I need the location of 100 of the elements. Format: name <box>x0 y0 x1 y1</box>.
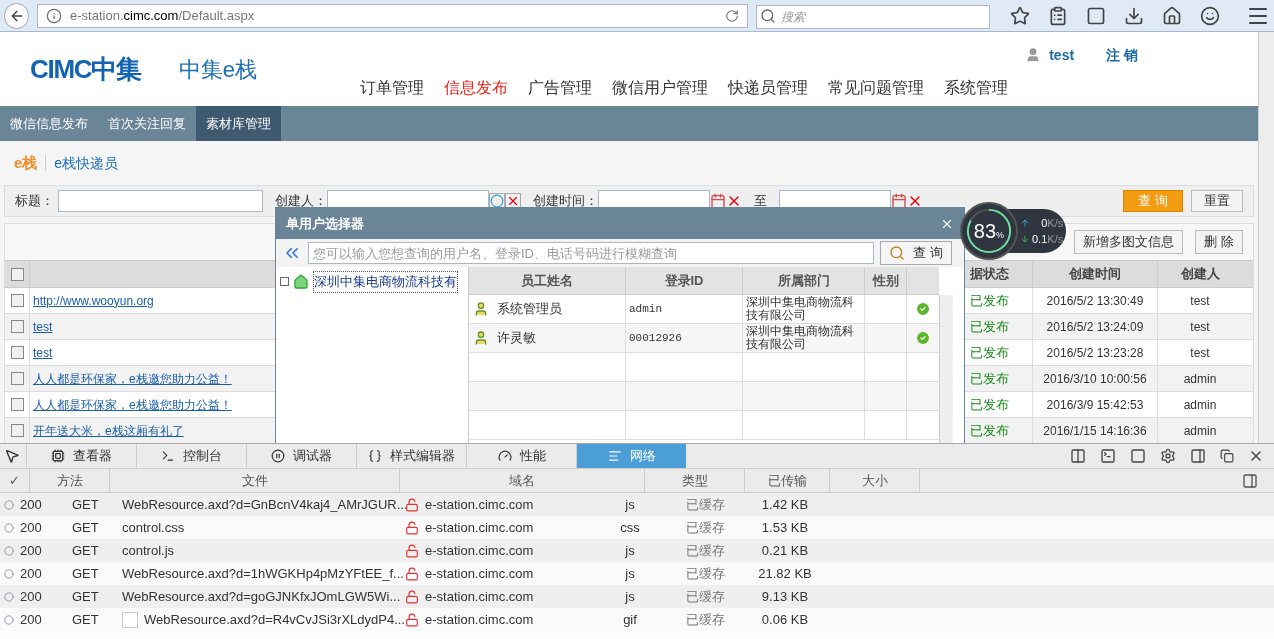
checkbox[interactable] <box>10 424 24 437</box>
user-search-field[interactable]: 您可以输入您想查询的用户名、登录ID、电话号码进行模糊查询 <box>308 242 874 264</box>
nav-tab[interactable]: 快递员管理 <box>728 76 808 100</box>
creator-cell-text: test <box>1190 344 1210 362</box>
reading-list-icon[interactable] <box>1048 5 1068 26</box>
subnav-tab[interactable]: 首次关注回复 <box>98 106 196 141</box>
lines-icon <box>607 449 622 463</box>
insecure-lock-icon <box>405 497 419 512</box>
column-header[interactable]: 域名 <box>400 469 645 492</box>
column-header: 登录ID <box>626 267 743 294</box>
domain-cell-text: e-station.cimc.com <box>425 541 535 560</box>
column-header[interactable]: 方法 <box>30 469 110 492</box>
title-link[interactable]: http://www.wooyun.org <box>33 291 154 310</box>
pick-element-icon[interactable] <box>4 448 20 464</box>
title-link[interactable]: test <box>33 343 53 362</box>
title-link[interactable]: test <box>33 317 53 336</box>
undock-icon[interactable] <box>1220 449 1234 463</box>
upload-speed: 0K/s <box>1041 215 1064 231</box>
action-button[interactable]: 删 除 <box>1195 230 1243 254</box>
file-name: WebResource.axd?d=goGJNKfxJOmLGW5Wi... <box>122 587 401 606</box>
time-cell-text: 2016/3/10 10:00:56 <box>1043 370 1147 388</box>
status-text: 已发布 <box>970 395 1009 414</box>
insecure-lock-icon <box>405 612 419 627</box>
nav-tab[interactable]: 信息发布 <box>444 76 508 100</box>
page-scrollbar[interactable] <box>1258 32 1274 443</box>
info-icon <box>46 7 63 24</box>
action-button[interactable]: 新增多图文信息 <box>1074 230 1184 254</box>
expand-toggle[interactable] <box>280 277 289 287</box>
reset-button[interactable]: 重置 <box>1191 190 1243 212</box>
search-field[interactable]: 搜索 <box>756 4 990 29</box>
console-icon[interactable] <box>1100 448 1116 464</box>
title-field[interactable] <box>58 190 263 212</box>
down-arrow-icon <box>1020 234 1030 245</box>
nav-tab[interactable]: 广告管理 <box>528 76 592 100</box>
creator-cell-text: test <box>1190 292 1210 310</box>
file-name: control.css <box>122 518 185 537</box>
domain-cell-text: e-station.cimc.com <box>425 518 535 537</box>
devtools-tab[interactable]: 调试器 <box>246 444 356 468</box>
file-name: WebResource.axd?d=R4vCvJSi3rXLdydP4... <box>144 610 405 629</box>
column-header[interactable]: 文件 <box>110 469 400 492</box>
dialog-query-button[interactable]: 查 询 <box>880 241 952 265</box>
download-icon[interactable] <box>1124 5 1144 26</box>
transferred-cell-text: 已缓存 <box>684 518 726 537</box>
checkbox[interactable] <box>10 267 24 281</box>
devtools-tab[interactable]: 查看器 <box>26 444 136 468</box>
layout-icon[interactable] <box>1070 448 1086 464</box>
login-id: 00012926 <box>629 330 682 346</box>
frame-icon[interactable] <box>1130 448 1146 464</box>
status-dot-icon <box>4 545 14 556</box>
checkbox[interactable] <box>10 372 24 385</box>
back-button[interactable] <box>4 2 30 29</box>
status-text: 已发布 <box>970 317 1009 336</box>
column-header[interactable]: 类型 <box>645 469 745 492</box>
checkbox[interactable] <box>10 398 24 411</box>
smiley-icon[interactable] <box>1200 5 1220 26</box>
time-label: 创建时间： <box>533 192 598 211</box>
breadcrumb-link[interactable]: e栈快递员 <box>54 152 119 174</box>
type-cell-text: js <box>624 587 636 606</box>
select-icon[interactable] <box>915 301 931 317</box>
size-cell-text: 1.42 KB <box>760 495 810 514</box>
domain-cell-text: e-station.cimc.com <box>425 587 535 606</box>
home-icon[interactable] <box>1162 5 1182 26</box>
bookmark-star-icon[interactable] <box>1010 5 1030 26</box>
nav-tab[interactable]: 订单管理 <box>360 76 424 100</box>
type-cell-text: css <box>619 518 641 537</box>
dock-side-icon[interactable] <box>1190 448 1206 464</box>
size-cell-text: 1.53 KB <box>760 518 810 537</box>
devtools-tab[interactable]: 样式编辑器 <box>356 444 466 468</box>
column-header[interactable]: 已传输 <box>745 469 830 492</box>
title-link[interactable]: 开年送大米，e栈这厢有礼了 <box>33 421 184 440</box>
user-icon <box>473 301 489 317</box>
devtools-tab[interactable]: 控制台 <box>136 444 246 468</box>
file-name: WebResource.axd?d=GnBcnV4kaj4_AMrJGUR... <box>122 495 408 514</box>
logout-link[interactable]: 注 销 <box>1106 44 1138 66</box>
nav-tab[interactable]: 微信用户管理 <box>612 76 708 100</box>
checkbox[interactable] <box>10 346 24 359</box>
nav-tab[interactable]: 系统管理 <box>944 76 1008 100</box>
domain-cell-text: e-station.cimc.com <box>425 610 535 629</box>
settings-icon[interactable] <box>1160 448 1176 464</box>
nav-tab[interactable]: 常见问题管理 <box>828 76 924 100</box>
insecure-lock-icon <box>405 566 419 581</box>
subnav-tab[interactable]: 微信信息发布 <box>0 106 98 141</box>
tree-node[interactable]: 深圳中集电商物流科技有 <box>313 271 458 293</box>
method-cell-text: GET <box>72 495 100 514</box>
file-name: WebResource.axd?d=1hWGKHp4pMzYFtEE_f... <box>122 564 404 583</box>
address-bar[interactable]: e-station.cimc.com/Default.aspx <box>37 3 748 28</box>
transferred-cell-text: 已缓存 <box>684 541 726 560</box>
reload-icon[interactable] <box>725 8 739 23</box>
scrollbar[interactable] <box>939 295 953 443</box>
checkbox[interactable] <box>10 320 24 333</box>
select-icon[interactable] <box>915 330 931 346</box>
size-cell-text: 0.21 KB <box>760 541 810 560</box>
column-header[interactable]: 大小 <box>830 469 920 492</box>
subnav-tab[interactable]: 素材库管理 <box>196 106 281 141</box>
title-link[interactable]: 人人都是环保家，e栈邀您助力公益！ <box>33 395 232 414</box>
sidebar-toggle-icon[interactable] <box>1242 473 1258 489</box>
title-link[interactable]: 人人都是环保家，e栈邀您助力公益！ <box>33 369 232 388</box>
column-header[interactable]: ✓ <box>0 469 30 492</box>
checkbox[interactable] <box>10 294 24 307</box>
size-cell-text: 21.82 KB <box>757 564 813 583</box>
